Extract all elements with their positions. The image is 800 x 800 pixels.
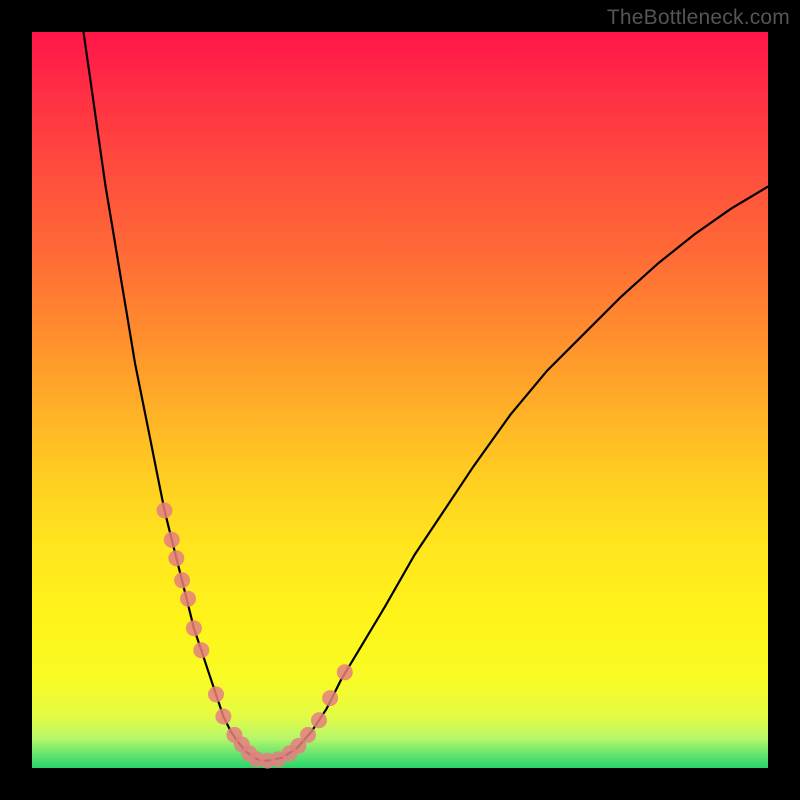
curve-marker — [311, 712, 327, 728]
curve-marker — [300, 727, 316, 743]
curve-marker — [193, 642, 209, 658]
curve-marker — [208, 686, 224, 702]
curve-marker — [215, 709, 231, 725]
curve-marker — [157, 502, 173, 518]
curve-marker — [186, 620, 202, 636]
chart-frame: TheBottleneck.com — [0, 0, 800, 800]
curve-svg — [32, 32, 768, 768]
bottleneck-curve — [84, 32, 769, 761]
curve-marker — [174, 572, 190, 588]
curve-marker — [168, 550, 184, 566]
curve-marker — [180, 591, 196, 607]
watermark-text: TheBottleneck.com — [607, 6, 790, 30]
curve-marker — [164, 532, 180, 548]
curve-marker — [322, 690, 338, 706]
plot-area — [32, 32, 768, 768]
curve-markers — [157, 502, 353, 768]
curve-marker — [337, 664, 353, 680]
